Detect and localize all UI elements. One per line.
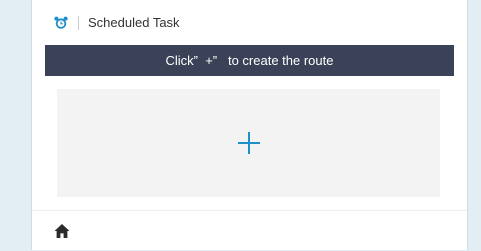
plus-icon bbox=[237, 132, 260, 154]
scheduled-task-panel: Scheduled Task Click” +” to create the r… bbox=[31, 0, 468, 250]
page-title: Scheduled Task bbox=[88, 15, 180, 30]
hint-banner: Click” +” to create the route bbox=[45, 45, 454, 76]
title-divider bbox=[78, 16, 79, 30]
alarm-clock-icon bbox=[54, 16, 68, 29]
add-route-button[interactable] bbox=[57, 89, 440, 197]
home-icon[interactable] bbox=[54, 223, 70, 239]
bottom-bar bbox=[32, 210, 467, 251]
